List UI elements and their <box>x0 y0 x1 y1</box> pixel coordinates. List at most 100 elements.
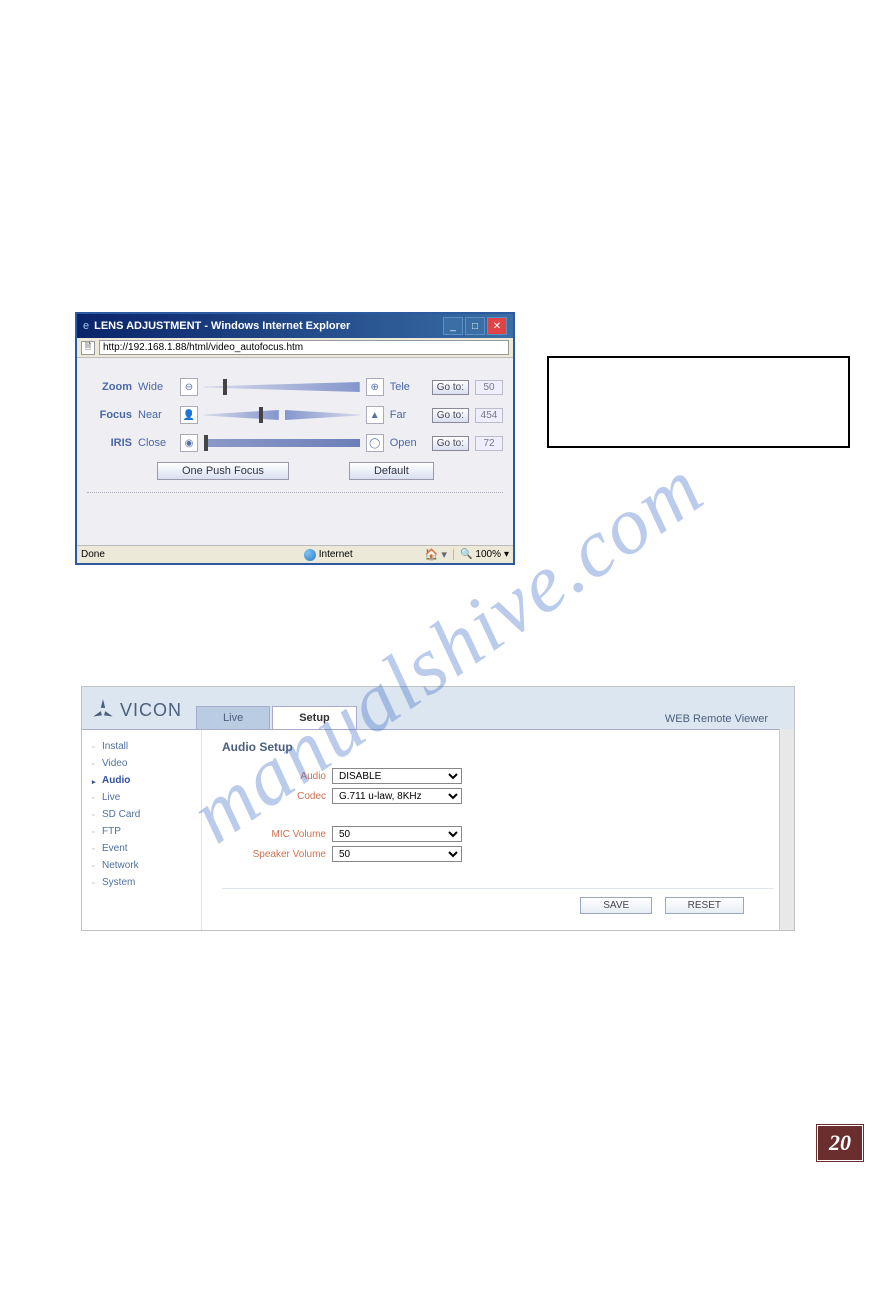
zoom-slider[interactable] <box>204 379 360 395</box>
ie-content: Zoom Wide ⊖ ⊕ Tele Go to: 50 Focus Near … <box>77 358 513 545</box>
zoom-level: 100% <box>475 549 501 560</box>
vicon-header: VICON Live Setup WEB Remote Viewer <box>82 687 794 729</box>
ie-logo-icon: e <box>83 320 89 332</box>
iris-value[interactable]: 72 <box>475 436 503 451</box>
ie-window: e LENS ADJUSTMENT - Windows Internet Exp… <box>75 312 515 565</box>
page-icon: 🗎 <box>81 341 95 355</box>
mic-select[interactable]: 50 <box>332 826 462 842</box>
focus-slider[interactable] <box>204 407 360 423</box>
focus-label: Focus <box>87 409 132 421</box>
main-panel: Audio Setup Audio DISABLE Codec G.711 u-… <box>202 730 794 930</box>
brand-label: WEB Remote Viewer <box>665 713 768 725</box>
close-button[interactable]: ✕ <box>487 317 507 335</box>
magnifier-icon: 🔍 <box>460 549 472 560</box>
box-icon: ▫ <box>92 812 98 818</box>
box-icon: ▫ <box>92 863 98 869</box>
vicon-logo: VICON <box>90 697 182 723</box>
zoom-out-icon[interactable]: ⊖ <box>180 378 198 396</box>
sidebar-item-label: Event <box>102 843 128 854</box>
box-icon: ▫ <box>92 744 98 750</box>
focus-value[interactable]: 454 <box>475 408 503 423</box>
box-icon: ▫ <box>92 846 98 852</box>
iris-right-label: Open <box>390 437 426 449</box>
audio-row: Audio DISABLE <box>222 768 774 784</box>
box-icon: ▫ <box>92 795 98 801</box>
status-bar: Done Internet 🏠 ▾ 🔍 100% ▾ <box>77 545 513 563</box>
sidebar-item-network[interactable]: ▫ Network <box>82 857 201 874</box>
codec-label: Codec <box>222 791 332 802</box>
reset-button[interactable]: RESET <box>665 897 744 914</box>
default-button[interactable]: Default <box>349 462 434 480</box>
mic-row: MIC Volume 50 <box>222 826 774 842</box>
sidebar-item-system[interactable]: ▫ System <box>82 874 201 891</box>
iris-goto-button[interactable]: Go to: <box>432 436 469 451</box>
iris-close-icon[interactable]: ◉ <box>180 434 198 452</box>
speaker-label: Speaker Volume <box>222 849 332 860</box>
window-title: LENS ADJUSTMENT - Windows Internet Explo… <box>94 320 443 332</box>
codec-select[interactable]: G.711 u-law, 8KHz <box>332 788 462 804</box>
sidebar-item-live[interactable]: ▫ Live <box>82 789 201 806</box>
sidebar-item-event[interactable]: ▫ Event <box>82 840 201 857</box>
vicon-logo-text: VICON <box>120 700 182 721</box>
zone-text: Internet <box>319 549 353 560</box>
speaker-select[interactable]: 50 <box>332 846 462 862</box>
zoom-right-label: Tele <box>390 381 426 393</box>
focus-near-icon[interactable]: 👤 <box>180 406 198 424</box>
security-zone: Internet <box>304 549 353 561</box>
box-icon: ▫ <box>92 880 98 886</box>
sidebar-item-ftp[interactable]: ▫FTP <box>82 823 201 840</box>
focus-goto-button[interactable]: Go to: <box>432 408 469 423</box>
iris-row: IRIS Close ◉ ◯ Open Go to: 72 <box>87 434 503 452</box>
iris-left-label: Close <box>138 437 174 449</box>
one-push-focus-button[interactable]: One Push Focus <box>157 462 289 480</box>
url-input[interactable] <box>99 340 509 355</box>
minimize-button[interactable]: _ <box>443 317 463 335</box>
sidebar-item-install[interactable]: ▫Install <box>82 738 201 755</box>
tab-setup[interactable]: Setup <box>272 706 357 729</box>
zoom-in-icon[interactable]: ⊕ <box>366 378 384 396</box>
zoom-value[interactable]: 50 <box>475 380 503 395</box>
focus-left-label: Near <box>138 409 174 421</box>
iris-label: IRIS <box>87 437 132 449</box>
sidebar-item-label: Live <box>102 792 120 803</box>
iris-open-icon[interactable]: ◯ <box>366 434 384 452</box>
titlebar: e LENS ADJUSTMENT - Windows Internet Exp… <box>77 314 513 338</box>
page-number-badge: 20 <box>817 1125 863 1161</box>
audio-label: Audio <box>222 771 332 782</box>
sidebar: ▫Install▫Video▸Audio▫Live▫SD Card▫FTP▫Ev… <box>82 730 202 930</box>
sidebar-item-label: Video <box>102 758 127 769</box>
iris-slider[interactable] <box>204 435 360 451</box>
sidebar-item-label: System <box>102 877 135 888</box>
sidebar-item-label: SD Card <box>102 809 140 820</box>
sidebar-item-label: Audio <box>102 775 130 786</box>
zoom-row: Zoom Wide ⊖ ⊕ Tele Go to: 50 <box>87 378 503 396</box>
focus-far-icon[interactable]: ▲ <box>366 406 384 424</box>
sidebar-item-audio[interactable]: ▸ Audio <box>82 772 201 789</box>
sidebar-item-video[interactable]: ▫ Video <box>82 755 201 772</box>
vicon-logo-icon <box>90 697 116 723</box>
vicon-viewer: VICON Live Setup WEB Remote Viewer ▫Inst… <box>81 686 795 931</box>
section-title: Audio Setup <box>222 740 774 754</box>
address-bar: 🗎 <box>77 338 513 358</box>
home-icon[interactable]: 🏠 ▾ <box>425 548 447 561</box>
focus-right-label: Far <box>390 409 426 421</box>
mic-label: MIC Volume <box>222 829 332 840</box>
box-icon: ▫ <box>92 761 98 767</box>
status-done: Done <box>81 549 298 560</box>
codec-row: Codec G.711 u-law, 8KHz <box>222 788 774 804</box>
annotation-box <box>547 356 850 448</box>
speaker-row: Speaker Volume 50 <box>222 846 774 862</box>
sidebar-item-sd-card[interactable]: ▫ SD Card <box>82 806 201 823</box>
caret-right-icon: ▸ <box>92 778 98 784</box>
box-icon: ▫ <box>92 829 98 835</box>
save-button[interactable]: SAVE <box>580 897 652 914</box>
chevron-down-icon: ▾ <box>504 549 509 560</box>
zoom-label: Zoom <box>87 381 132 393</box>
zoom-goto-button[interactable]: Go to: <box>432 380 469 395</box>
zoom-control[interactable]: 🔍 100% ▾ <box>453 549 509 560</box>
maximize-button[interactable]: □ <box>465 317 485 335</box>
zoom-left-label: Wide <box>138 381 174 393</box>
sidebar-item-label: Network <box>102 860 139 871</box>
tab-live[interactable]: Live <box>196 706 270 729</box>
audio-select[interactable]: DISABLE <box>332 768 462 784</box>
